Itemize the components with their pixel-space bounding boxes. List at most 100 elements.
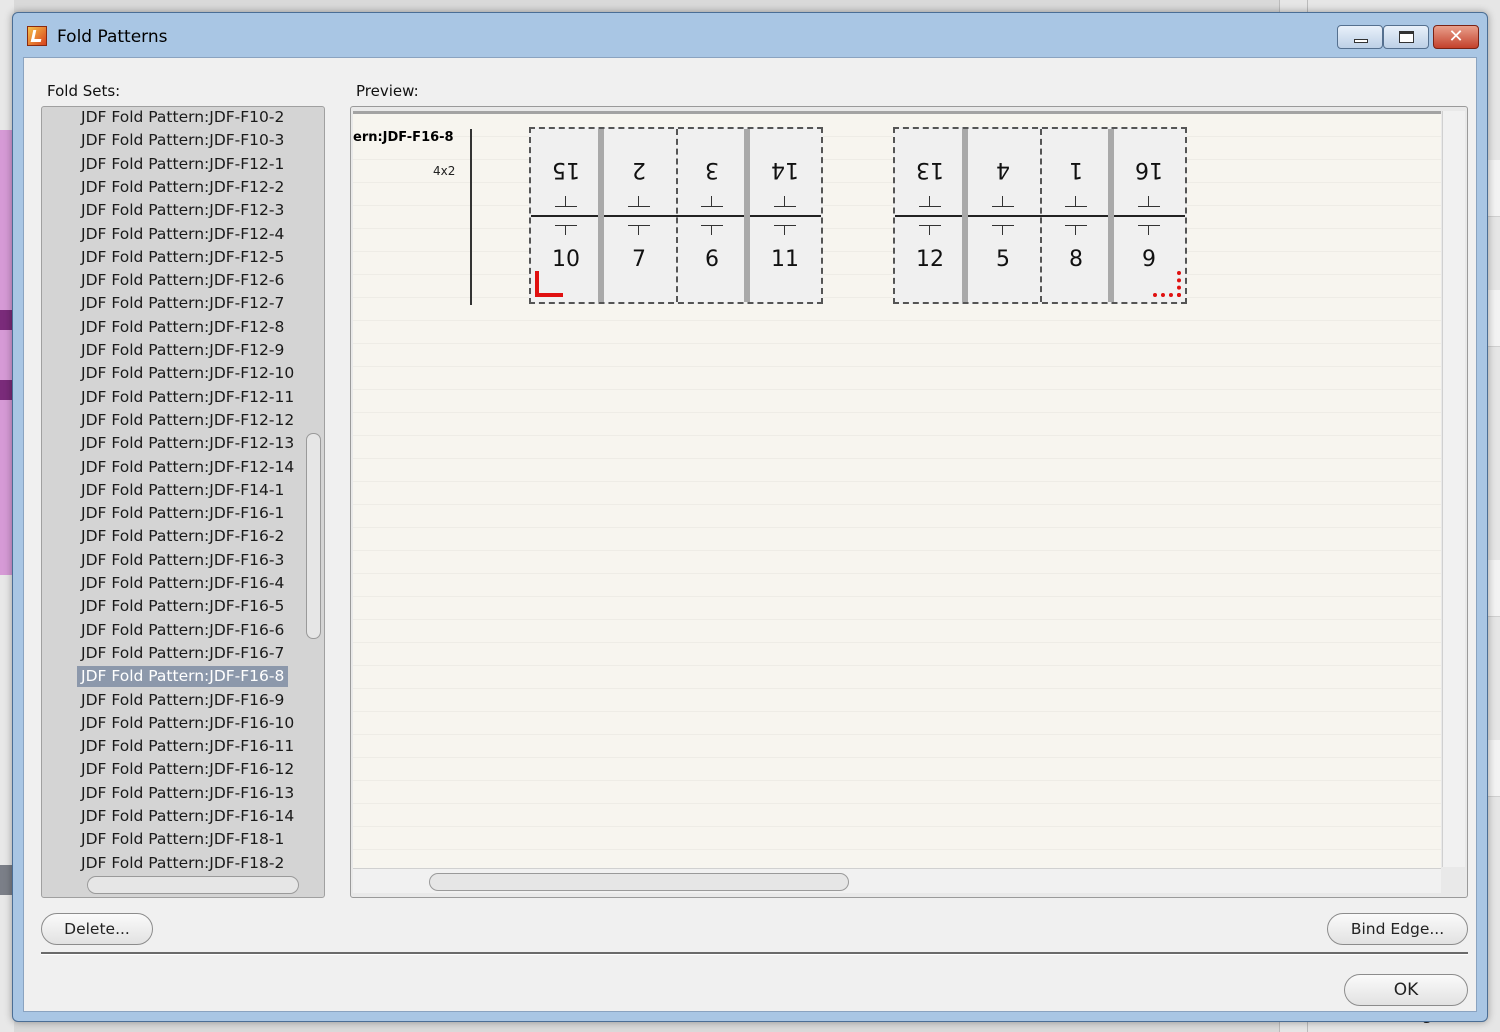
fold-sets-label: Fold Sets:	[47, 82, 121, 100]
head-mark-icon	[774, 225, 796, 237]
head-mark-icon	[1138, 196, 1160, 208]
head-mark-icon	[1138, 225, 1160, 237]
page-number-top: 4	[996, 157, 1010, 182]
head-mark-icon	[628, 225, 650, 237]
page-number-top: 14	[771, 157, 799, 182]
imposition-sheet: 13 12 4 5 1 8 16 9	[893, 127, 1187, 304]
page-panel: 14 11	[750, 129, 823, 302]
page-panel: 36	[677, 129, 750, 302]
close-icon: ✕	[1448, 26, 1464, 47]
preview-panel: ern:JDF-F16-8 4x2 15 10 2 7 3 6 14 11 13 12 4 5 1 8 16…	[350, 106, 1468, 898]
list-vertical-scrollbar[interactable]	[306, 433, 321, 639]
page-panel: 45	[968, 129, 1041, 302]
fold-set-item[interactable]: JDF Fold Pattern:JDF-F12-9	[77, 340, 288, 361]
page-number-top: 3	[705, 157, 719, 182]
fold-set-item[interactable]: JDF Fold Pattern:JDF-F16-2	[77, 526, 288, 547]
page-number-bottom: 5	[996, 247, 1010, 272]
page-number-bottom: 10	[552, 247, 580, 272]
fold-set-item[interactable]: JDF Fold Pattern:JDF-F16-3	[77, 550, 288, 571]
page-number-bottom: 7	[632, 247, 646, 272]
preview-divider	[470, 129, 472, 305]
preview-canvas: ern:JDF-F16-8 4x2 15 10 2 7 3 6 14 11 13 12 4 5 1 8 16…	[353, 111, 1441, 870]
page-number-bottom: 9	[1142, 247, 1156, 272]
maximize-icon	[1399, 31, 1414, 43]
fold-set-item[interactable]: JDF Fold Pattern:JDF-F16-9	[77, 690, 288, 711]
minimize-button[interactable]	[1337, 25, 1383, 49]
fold-set-item[interactable]: JDF Fold Pattern:JDF-F10-3	[77, 130, 288, 151]
head-mark-icon	[628, 196, 650, 208]
fold-set-item[interactable]: JDF Fold Pattern:JDF-F16-13	[77, 783, 298, 804]
corner-marker-icon	[535, 271, 563, 297]
fold-set-item[interactable]: JDF Fold Pattern:JDF-F12-7	[77, 293, 288, 314]
list-horizontal-scrollbar[interactable]	[87, 876, 299, 894]
fold-set-item[interactable]: JDF Fold Pattern:JDF-F12-8	[77, 317, 288, 338]
fold-set-item[interactable]: JDF Fold Pattern:JDF-F16-4	[77, 573, 288, 594]
page-number-top: 16	[1135, 157, 1163, 182]
fold-set-item[interactable]: JDF Fold Pattern:JDF-F16-7	[77, 643, 288, 664]
fold-set-item[interactable]: JDF Fold Pattern:JDF-F16-1	[77, 503, 288, 524]
preview-pattern-name: ern:JDF-F16-8	[353, 130, 454, 145]
head-mark-icon	[1065, 196, 1087, 208]
corner-marker-icon	[1153, 271, 1181, 297]
fold-set-item[interactable]: JDF Fold Pattern:JDF-F18-2	[77, 853, 288, 874]
head-mark-icon	[701, 225, 723, 237]
head-mark-icon	[701, 196, 723, 208]
fold-set-item[interactable]: JDF Fold Pattern:JDF-F16-8	[77, 666, 289, 688]
page-number-bottom: 6	[705, 247, 719, 272]
separator	[41, 952, 1468, 955]
fold-set-item[interactable]: JDF Fold Pattern:JDF-F16-11	[77, 736, 298, 757]
page-number-top: 13	[916, 157, 944, 182]
fold-set-item[interactable]: JDF Fold Pattern:JDF-F16-14	[77, 806, 298, 827]
fold-set-item[interactable]: JDF Fold Pattern:JDF-F14-1	[77, 480, 288, 501]
preview-vertical-scrollbar[interactable]	[1442, 111, 1465, 867]
fold-set-item[interactable]: JDF Fold Pattern:JDF-F12-14	[77, 457, 298, 478]
fold-set-item[interactable]: JDF Fold Pattern:JDF-F12-4	[77, 224, 288, 245]
fold-set-item[interactable]: JDF Fold Pattern:JDF-F12-12	[77, 410, 298, 431]
head-mark-icon	[919, 225, 941, 237]
maximize-button[interactable]	[1383, 25, 1429, 49]
page-number-bottom: 11	[771, 247, 799, 272]
fold-set-item[interactable]: JDF Fold Pattern:JDF-F12-11	[77, 387, 298, 408]
title-bar[interactable]: Fold Patterns ✕	[13, 13, 1487, 57]
bind-edge-button[interactable]: Bind Edge...	[1327, 913, 1468, 945]
page-panel: 18	[1041, 129, 1114, 302]
fold-set-item[interactable]: JDF Fold Pattern:JDF-F18-1	[77, 829, 288, 850]
ok-button[interactable]: OK	[1344, 974, 1468, 1006]
fold-set-item[interactable]: JDF Fold Pattern:JDF-F16-6	[77, 620, 288, 641]
imposition-sheet: 15 10 2 7 3 6 14 11	[529, 127, 823, 304]
fold-set-item[interactable]: JDF Fold Pattern:JDF-F12-1	[77, 154, 288, 175]
preview-horizontal-scroll-track[interactable]	[353, 868, 1441, 893]
fold-set-item[interactable]: JDF Fold Pattern:JDF-F12-10	[77, 363, 298, 384]
head-mark-icon	[774, 196, 796, 208]
fold-set-item[interactable]: JDF Fold Pattern:JDF-F12-2	[77, 177, 288, 198]
page-number-bottom: 12	[916, 247, 944, 272]
head-mark-icon	[992, 225, 1014, 237]
page-number-top: 1	[1069, 157, 1083, 182]
background-band	[0, 380, 12, 400]
fold-set-item[interactable]: JDF Fold Pattern:JDF-F12-5	[77, 247, 288, 268]
fold-set-item[interactable]: JDF Fold Pattern:JDF-F16-5	[77, 596, 288, 617]
fold-patterns-dialog: Fold Patterns ✕ Fold Sets: Preview: JDF …	[12, 12, 1488, 1022]
head-mark-icon	[992, 196, 1014, 208]
dialog-content: Fold Sets: Preview: JDF Fold Pattern:JDF…	[23, 57, 1477, 1012]
head-mark-icon	[555, 196, 577, 208]
page-number-top: 2	[632, 157, 646, 182]
close-button[interactable]: ✕	[1433, 25, 1479, 49]
fold-set-item[interactable]: JDF Fold Pattern:JDF-F16-12	[77, 759, 298, 780]
fold-set-item[interactable]: JDF Fold Pattern:JDF-F10-2	[77, 107, 288, 128]
preview-layout-label: 4x2	[433, 164, 456, 178]
fold-set-item[interactable]: JDF Fold Pattern:JDF-F12-3	[77, 200, 288, 221]
preview-horizontal-scrollbar[interactable]	[429, 873, 849, 891]
app-logo-icon	[27, 26, 47, 46]
delete-button[interactable]: Delete...	[41, 913, 153, 945]
fold-set-item[interactable]: JDF Fold Pattern:JDF-F12-6	[77, 270, 288, 291]
preview-label: Preview:	[356, 82, 419, 100]
fold-sets-list[interactable]: JDF Fold Pattern:JDF-F10-2 JDF Fold Patte…	[41, 106, 325, 898]
page-panel: 27	[604, 129, 677, 302]
fold-set-item[interactable]: JDF Fold Pattern:JDF-F12-13	[77, 433, 298, 454]
minimize-icon	[1354, 39, 1368, 43]
fold-set-item[interactable]: JDF Fold Pattern:JDF-F16-10	[77, 713, 298, 734]
head-mark-icon	[919, 196, 941, 208]
window-title: Fold Patterns	[57, 27, 168, 47]
head-mark-icon	[1065, 225, 1087, 237]
